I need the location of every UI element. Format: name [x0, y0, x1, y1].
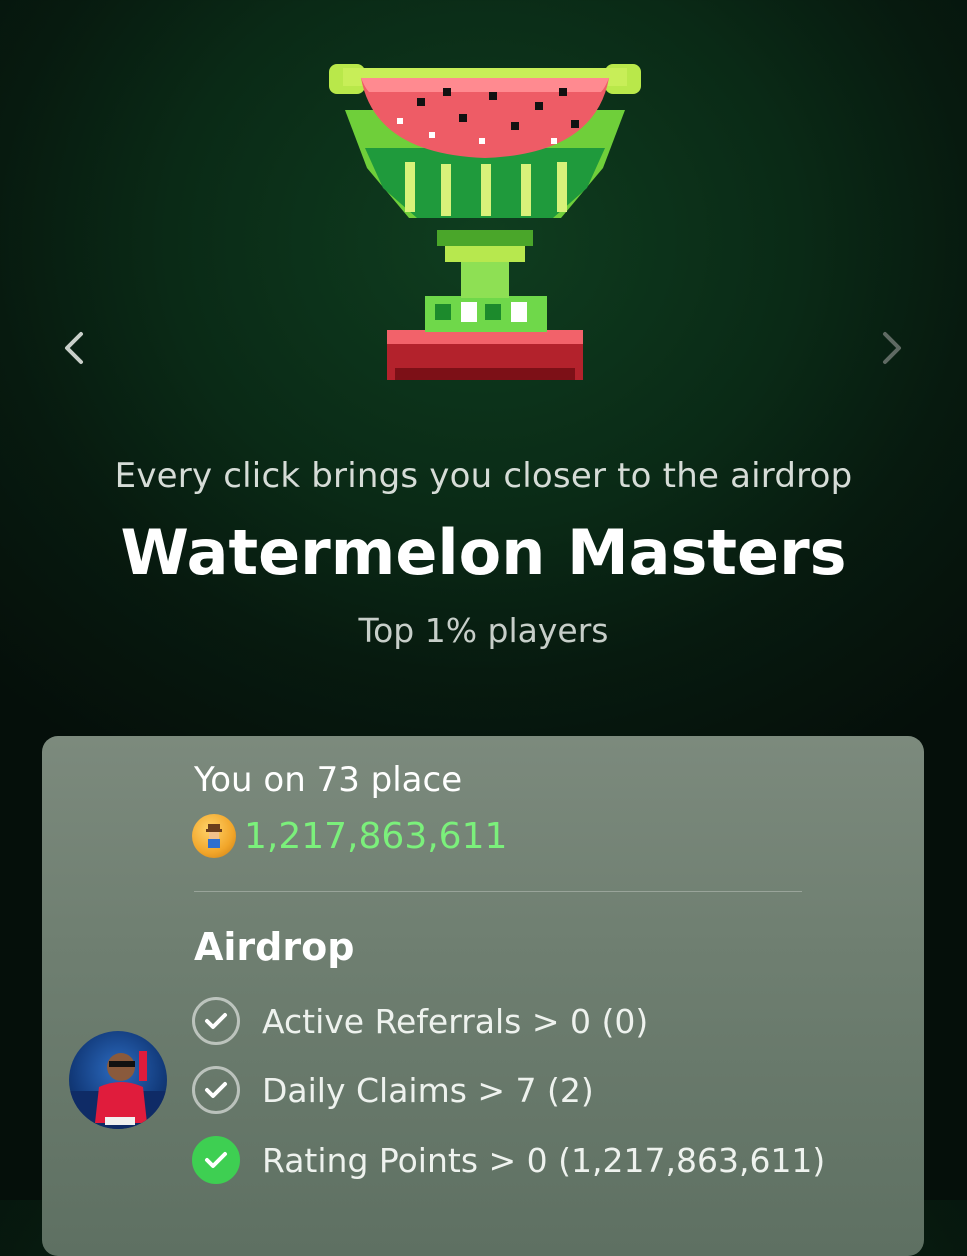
player-place: You on 73 place: [194, 760, 463, 800]
requirement-label: Rating Points > 0 (1,217,863,611): [262, 1140, 826, 1180]
requirement-item: Active Referrals > 0 (0): [192, 997, 648, 1045]
avatar[interactable]: [69, 1031, 167, 1129]
divider: [194, 891, 802, 892]
league-tier: Top 1% players: [358, 611, 609, 650]
previous-league-button[interactable]: [54, 328, 94, 368]
chevron-left-icon: [65, 332, 83, 364]
requirement-item: Rating Points > 0 (1,217,863,611): [192, 1136, 825, 1184]
requirement-label: Daily Claims > 7 (2): [262, 1070, 594, 1110]
watermelon-trophy-image: [325, 58, 645, 388]
next-league-button[interactable]: [872, 328, 912, 368]
check-icon: [192, 997, 240, 1045]
league-title: Watermelon Masters: [120, 516, 847, 589]
league-tagline: Every click brings you closer to the air…: [114, 456, 853, 496]
balance-value: 1,217,863,611: [244, 815, 508, 857]
check-icon: [192, 1066, 240, 1114]
requirement-item: Daily Claims > 7 (2): [192, 1066, 594, 1114]
requirement-label: Active Referrals > 0 (0): [262, 1001, 649, 1041]
check-done-icon: [192, 1136, 240, 1184]
balance-row: 1,217,863,611: [192, 814, 507, 858]
chevron-right-icon: [883, 332, 901, 364]
coin-icon: [192, 814, 236, 858]
airdrop-heading: Airdrop: [194, 925, 355, 969]
